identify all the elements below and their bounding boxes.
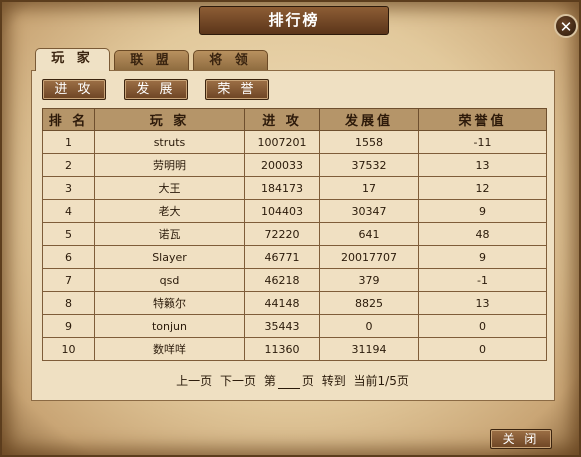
rank-cell: 2 — [42, 153, 95, 177]
honor-cell: -11 — [418, 130, 547, 154]
development-cell: 37532 — [319, 153, 419, 177]
attack-cell: 200033 — [244, 153, 320, 177]
player-cell: qsd — [94, 268, 245, 292]
prev-page-link[interactable]: 上一页 — [176, 374, 212, 388]
header-rank: 排 名 — [42, 108, 95, 131]
rank-cell: 3 — [42, 176, 95, 200]
player-cell: 大王 — [94, 176, 245, 200]
rank-cell: 8 — [42, 291, 95, 315]
honor-button[interactable]: 荣 誉 — [205, 79, 269, 100]
player-cell: 老大 — [94, 199, 245, 223]
header-development: 发展值 — [319, 108, 419, 131]
attack-cell: 35443 — [244, 314, 320, 338]
player-cell: tonjun — [94, 314, 245, 338]
honor-cell: 13 — [418, 153, 547, 177]
honor-cell: 9 — [418, 199, 547, 223]
table-row[interactable]: 8 特籁尔 44148 8825 13 — [42, 291, 547, 315]
current-page-text: 当前1/5页 — [353, 374, 409, 388]
player-cell: 数咩咩 — [94, 337, 245, 361]
honor-cell: 12 — [418, 176, 547, 200]
rank-cell: 5 — [42, 222, 95, 246]
player-cell: struts — [94, 130, 245, 154]
table-header-row: 排 名 玩 家 进 攻 发展值 荣誉值 — [42, 108, 547, 131]
header-player: 玩 家 — [94, 108, 245, 131]
page-number-input[interactable] — [277, 374, 300, 389]
page-prefix: 第 — [263, 374, 276, 388]
rank-cell: 4 — [42, 199, 95, 223]
tab-generals[interactable]: 将 领 — [193, 50, 268, 71]
attack-cell: 1007201 — [244, 130, 320, 154]
development-button[interactable]: 发 展 — [124, 79, 188, 100]
honor-cell: 9 — [418, 245, 547, 269]
attack-cell: 72220 — [244, 222, 320, 246]
development-cell: 0 — [319, 314, 419, 338]
player-cell: 特籁尔 — [94, 291, 245, 315]
development-cell: 17 — [319, 176, 419, 200]
pagination: 上一页 下一页 第 页 转到 当前1/5页 — [2, 372, 581, 389]
player-cell: 诺瓦 — [94, 222, 245, 246]
development-cell: 31194 — [319, 337, 419, 361]
development-cell: 8825 — [319, 291, 419, 315]
close-icon[interactable]: ✕ — [554, 14, 578, 38]
table-row[interactable]: 6 Slayer 46771 20017707 9 — [42, 245, 547, 269]
development-cell: 641 — [319, 222, 419, 246]
table-row[interactable]: 1 struts 1007201 1558 -11 — [42, 130, 547, 154]
page-suffix: 页 — [301, 374, 314, 388]
window-title: 排行榜 — [199, 6, 389, 35]
attack-cell: 11360 — [244, 337, 320, 361]
table-row[interactable]: 10 数咩咩 11360 31194 0 — [42, 337, 547, 361]
tab-players[interactable]: 玩 家 — [35, 48, 110, 71]
ranking-window: 排行榜 ✕ 玩 家 联 盟 将 领 进 攻 发 展 荣 誉 排 名 玩 家 进 … — [0, 0, 581, 457]
close-button[interactable]: 关 闭 — [490, 429, 552, 449]
rank-cell: 9 — [42, 314, 95, 338]
attack-button[interactable]: 进 攻 — [42, 79, 106, 100]
development-cell: 1558 — [319, 130, 419, 154]
player-cell: 劳明明 — [94, 153, 245, 177]
player-cell: Slayer — [94, 245, 245, 269]
rank-cell: 6 — [42, 245, 95, 269]
ranking-table: 排 名 玩 家 进 攻 发展值 荣誉值 1 struts 1007201 1558 -1… — [42, 108, 547, 361]
table-row[interactable]: 5 诺瓦 72220 641 48 — [42, 222, 547, 246]
table-row[interactable]: 4 老大 104403 30347 9 — [42, 199, 547, 223]
table-row[interactable]: 2 劳明明 200033 37532 13 — [42, 153, 547, 177]
development-cell: 379 — [319, 268, 419, 292]
honor-cell: 0 — [418, 314, 547, 338]
rank-cell: 7 — [42, 268, 95, 292]
header-honor: 荣誉值 — [418, 108, 547, 131]
goto-page-link[interactable]: 转到 — [322, 374, 346, 388]
development-cell: 30347 — [319, 199, 419, 223]
honor-cell: 48 — [418, 222, 547, 246]
honor-cell: 0 — [418, 337, 547, 361]
rank-cell: 10 — [42, 337, 95, 361]
honor-cell: -1 — [418, 268, 547, 292]
table-row[interactable]: 9 tonjun 35443 0 0 — [42, 314, 547, 338]
attack-cell: 104403 — [244, 199, 320, 223]
rank-cell: 1 — [42, 130, 95, 154]
attack-cell: 46218 — [244, 268, 320, 292]
development-cell: 20017707 — [319, 245, 419, 269]
attack-cell: 46771 — [244, 245, 320, 269]
attack-cell: 44148 — [244, 291, 320, 315]
table-row[interactable]: 3 大王 184173 17 12 — [42, 176, 547, 200]
next-page-link[interactable]: 下一页 — [220, 374, 256, 388]
header-attack: 进 攻 — [244, 108, 320, 131]
honor-cell: 13 — [418, 291, 547, 315]
attack-cell: 184173 — [244, 176, 320, 200]
table-row[interactable]: 7 qsd 46218 379 -1 — [42, 268, 547, 292]
tab-alliances[interactable]: 联 盟 — [114, 50, 189, 71]
